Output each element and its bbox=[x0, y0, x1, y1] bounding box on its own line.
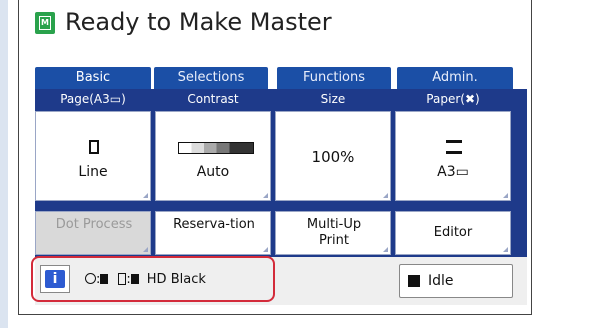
left-scroll-strip bbox=[0, 0, 8, 328]
page-mode-button[interactable]: Line bbox=[35, 111, 151, 201]
tab-selections[interactable]: Selections bbox=[154, 67, 268, 89]
tab-basic[interactable]: Basic bbox=[35, 67, 151, 89]
paper-tray-icon bbox=[446, 140, 462, 154]
editor-button[interactable]: Editor bbox=[395, 211, 511, 255]
ink-color-icon-2 bbox=[130, 274, 139, 284]
ink-status: :: HD Black bbox=[85, 272, 206, 287]
paper-size-value: A3▭ bbox=[437, 164, 469, 180]
control-panel-screen: M Ready to Make Master Basic Selections … bbox=[18, 0, 532, 315]
page-title: Ready to Make Master bbox=[65, 8, 332, 36]
drum-icon bbox=[85, 273, 96, 284]
idle-button[interactable]: Idle bbox=[399, 264, 513, 298]
idle-label: Idle bbox=[428, 273, 454, 289]
page-setting-header: Page(A3▭) bbox=[60, 92, 126, 106]
document-icon bbox=[89, 140, 99, 154]
master-making-mode-icon: M bbox=[35, 12, 55, 34]
size-value: 100% bbox=[311, 148, 355, 166]
ink-type-label: HD Black bbox=[146, 272, 206, 287]
multi-up-print-button[interactable]: Multi-Up Print bbox=[275, 211, 391, 255]
editor-label: Editor bbox=[433, 225, 473, 240]
contrast-value: Auto bbox=[196, 164, 230, 180]
reservation-button[interactable]: Reserva-tion bbox=[155, 211, 271, 255]
tab-admin[interactable]: Admin. bbox=[397, 67, 513, 89]
size-setting-header: Size bbox=[320, 92, 346, 106]
contrast-button[interactable]: Auto bbox=[155, 111, 271, 201]
paper-button[interactable]: A3▭ bbox=[395, 111, 511, 201]
paper-setting-header: Paper(✖) bbox=[426, 92, 480, 106]
contrast-scale-icon bbox=[178, 142, 254, 154]
dot-process-label: Dot Process bbox=[55, 217, 133, 232]
machine-status-icon bbox=[408, 275, 420, 287]
dot-process-button[interactable]: Dot Process bbox=[35, 211, 151, 255]
size-button[interactable]: 100% bbox=[275, 111, 391, 201]
info-icon: i bbox=[45, 270, 65, 288]
tab-functions[interactable]: Functions bbox=[277, 67, 391, 89]
multi-up-print-label: Multi-Up Print bbox=[306, 217, 362, 248]
reservation-label: Reserva-tion bbox=[173, 217, 255, 232]
page-mode-value: Line bbox=[78, 164, 108, 180]
ink-color-icon bbox=[100, 274, 109, 284]
info-button[interactable]: i bbox=[40, 265, 70, 293]
contrast-setting-header: Contrast bbox=[187, 92, 239, 106]
